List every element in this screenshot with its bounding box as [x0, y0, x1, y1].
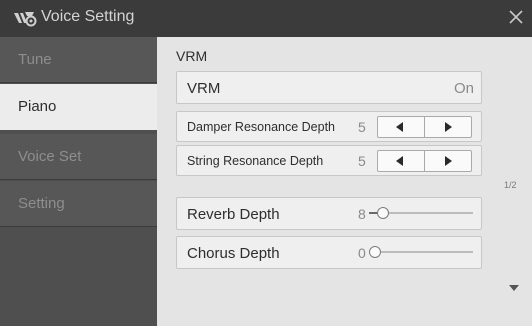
reverb-depth-label: Reverb Depth: [187, 206, 280, 223]
vrm-value: On: [454, 80, 475, 97]
tab-label: Tune: [18, 51, 52, 68]
reverb-depth-row: Reverb Depth 8: [176, 197, 482, 230]
damper-resonance-label: Damper Resonance Depth: [187, 120, 335, 134]
section-label: VRM: [176, 48, 208, 64]
tab-tune[interactable]: Tune: [0, 37, 157, 83]
slider-track: [369, 251, 473, 253]
decrement-button[interactable]: [378, 117, 425, 137]
title-bar: Voice Setting: [0, 0, 532, 37]
increment-button[interactable]: [425, 117, 472, 137]
chorus-depth-value: 0: [358, 245, 366, 261]
page-indicator: 1/2: [504, 180, 517, 190]
triangle-right-icon: [445, 156, 452, 166]
tab-setting[interactable]: Setting: [0, 181, 157, 227]
string-resonance-value: 5: [358, 153, 366, 169]
decrement-button[interactable]: [378, 151, 425, 171]
slider-knob[interactable]: [377, 207, 389, 219]
triangle-left-icon: [396, 122, 403, 132]
main-panel: VRM VRM On Damper Resonance Depth 5 Stri…: [157, 37, 532, 326]
chorus-depth-slider[interactable]: [369, 237, 473, 268]
string-resonance-stepper: [377, 150, 472, 172]
damper-resonance-stepper: [377, 116, 472, 138]
tab-piano[interactable]: Piano: [0, 84, 159, 130]
string-resonance-row: String Resonance Depth 5: [176, 145, 482, 176]
slider-knob[interactable]: [369, 246, 381, 258]
string-resonance-label: String Resonance Depth: [187, 154, 324, 168]
reverb-depth-value: 8: [358, 206, 366, 222]
vrm-row[interactable]: VRM On: [176, 71, 482, 104]
chorus-depth-label: Chorus Depth: [187, 245, 280, 262]
tab-voice-set[interactable]: Voice Set: [0, 134, 157, 180]
keyboard-gear-icon: [14, 12, 37, 27]
tab-label: Setting: [18, 195, 65, 212]
damper-resonance-row: Damper Resonance Depth 5: [176, 111, 482, 142]
triangle-right-icon: [445, 122, 452, 132]
vrm-label: VRM: [187, 80, 221, 97]
voice-setting-window: Voice Setting Tune Piano Voice Set Setti…: [0, 0, 532, 326]
triangle-down-icon[interactable]: [509, 285, 519, 291]
sidebar: Tune Piano Voice Set Setting: [0, 37, 159, 326]
chorus-depth-row: Chorus Depth 0: [176, 236, 482, 269]
reverb-depth-slider[interactable]: [369, 198, 473, 229]
increment-button[interactable]: [425, 151, 472, 171]
damper-resonance-value: 5: [358, 119, 366, 135]
window-title: Voice Setting: [41, 8, 135, 25]
close-icon[interactable]: [507, 8, 525, 26]
tab-label: Piano: [18, 98, 57, 115]
triangle-left-icon: [396, 156, 403, 166]
tab-label: Voice Set: [18, 148, 82, 165]
